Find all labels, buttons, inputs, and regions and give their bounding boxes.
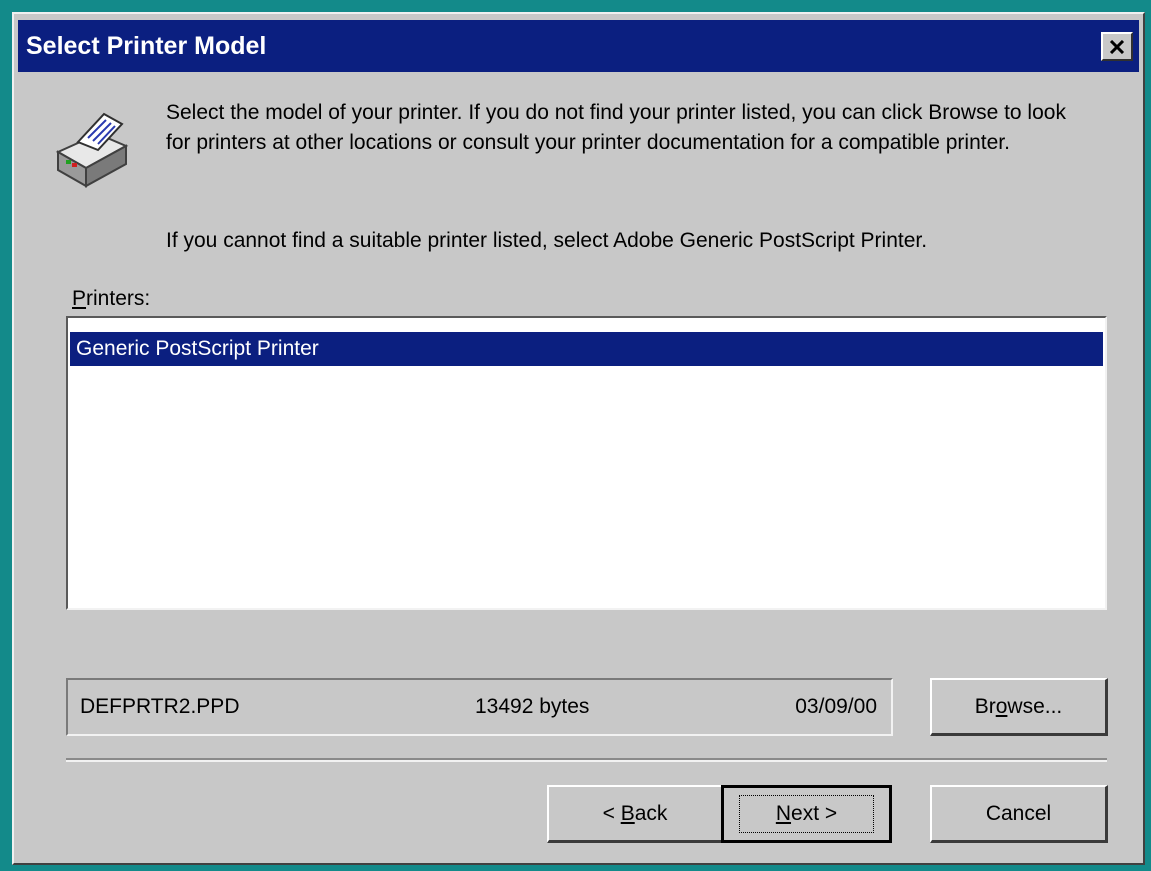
- intro-text: Select the model of your printer. If you…: [166, 101, 1066, 154]
- printers-label-accel: P: [72, 287, 87, 310]
- file-size: 13492 bytes: [475, 695, 590, 718]
- file-info-panel: DEFPRTR2.PPD 13492 bytes 03/09/00: [66, 678, 893, 736]
- back-button[interactable]: < Back: [547, 785, 724, 843]
- back-label-pre: <: [602, 801, 621, 825]
- close-button[interactable]: [1101, 32, 1133, 61]
- printers-label: Printers:: [72, 284, 150, 314]
- cancel-button[interactable]: Cancel: [930, 785, 1108, 843]
- list-item[interactable]: Generic PostScript Printer: [70, 332, 1103, 366]
- browse-label-post: wse...: [1007, 694, 1063, 718]
- window-title: Select Printer Model: [26, 32, 267, 60]
- printers-listbox[interactable]: Generic PostScript Printer: [66, 316, 1107, 610]
- title-bar[interactable]: Select Printer Model: [18, 20, 1139, 72]
- next-label-post: ext >: [791, 802, 838, 825]
- browse-button[interactable]: Br o wse...: [930, 678, 1108, 736]
- back-label-accel: B: [620, 801, 635, 825]
- fallback-text: If you cannot find a suitable printer li…: [166, 229, 928, 252]
- printers-label-rest: rinters:: [86, 287, 151, 310]
- close-icon: [1109, 39, 1125, 54]
- next-button[interactable]: Next >: [721, 785, 892, 843]
- file-name: DEFPRTR2.PPD: [80, 695, 240, 718]
- browse-label-accel: o: [995, 694, 1008, 718]
- separator: [66, 758, 1107, 762]
- next-focus-ring: Next >: [738, 795, 875, 833]
- printer-icon: [55, 112, 129, 188]
- next-label-accel: N: [775, 802, 792, 825]
- browse-label-pre: Br: [974, 694, 996, 718]
- file-date: 03/09/00: [795, 695, 877, 718]
- back-label-post: ack: [634, 801, 668, 825]
- select-printer-model-dialog: Select Printer Model Select the model of…: [12, 12, 1145, 865]
